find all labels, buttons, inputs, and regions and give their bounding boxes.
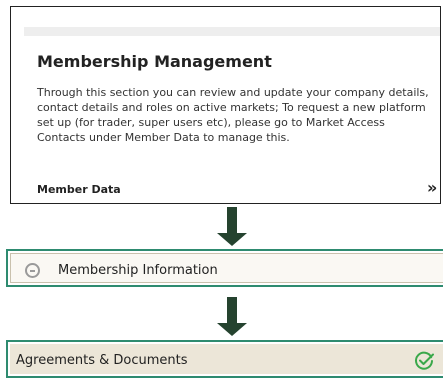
double-chevron-right-icon[interactable]: » xyxy=(427,179,437,197)
membership-management-card: Membership Management Through this secti… xyxy=(10,6,441,204)
minus-circle-icon[interactable] xyxy=(25,263,40,278)
card-title: Membership Management xyxy=(37,52,272,71)
agreements-documents-step[interactable]: Agreements & Documents xyxy=(6,340,443,378)
card-description: Through this section you can review and … xyxy=(37,86,429,144)
member-data-link[interactable]: Member Data xyxy=(37,183,121,196)
membership-information-step[interactable]: Membership Information xyxy=(6,249,443,287)
arrow-down-icon xyxy=(217,207,247,246)
card-header-bar xyxy=(24,27,440,36)
membership-information-label: Membership Information xyxy=(58,263,218,278)
arrow-down-icon xyxy=(217,297,247,337)
agreements-documents-label: Agreements & Documents xyxy=(16,353,188,368)
check-circle-icon xyxy=(415,351,434,370)
